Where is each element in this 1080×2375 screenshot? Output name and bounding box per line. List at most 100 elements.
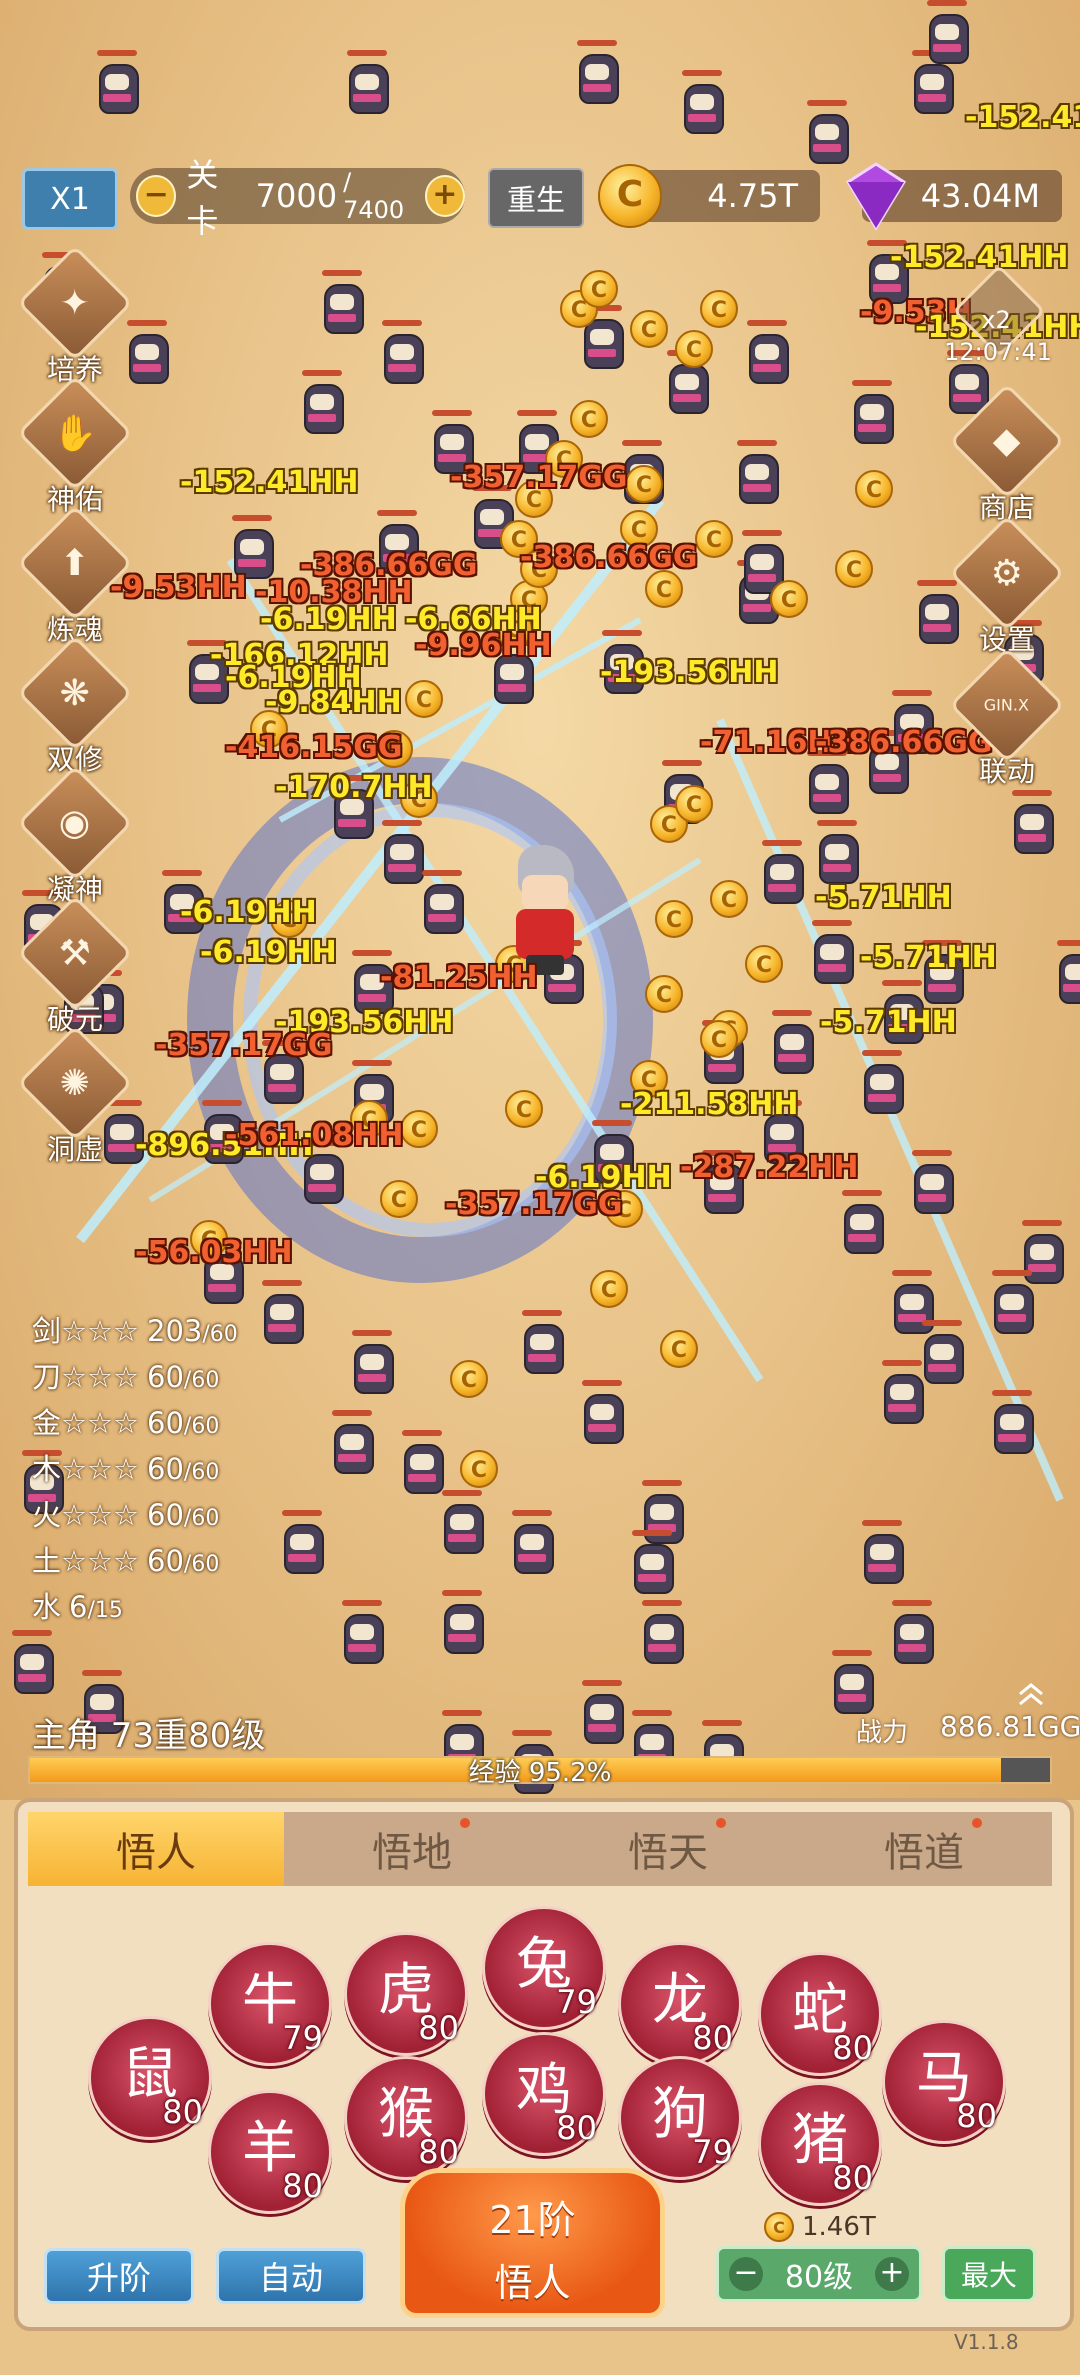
stage-label: 关卡 (186, 156, 219, 240)
zodiac-rooster-button[interactable]: 鸡 80 (482, 2032, 606, 2156)
menu-item-2[interactable]: ✋ 神佑 (17, 375, 133, 516)
tab-4[interactable]: 悟道 (796, 1812, 1052, 1886)
element-skill-list: 剑☆☆☆ 203/60 刀☆☆☆ 60/60 金☆☆☆ 60/60 木☆☆☆ 60/60 火☆☆… (32, 1310, 238, 1632)
enemy-minion (380, 320, 424, 384)
zodiac-rabbit-button[interactable]: 兔 79 (482, 1906, 606, 2030)
hero-level-title: 主角 73重80级 (32, 1716, 266, 1756)
double-speed-timer[interactable]: x2 12:07:41 (944, 264, 1056, 370)
zodiac-monkey-button[interactable]: 猴 80 (344, 2056, 468, 2180)
skill-max: /60 (183, 1506, 220, 1531)
zodiac-ox-button[interactable]: 牛 79 (208, 1942, 332, 2066)
notification-dot (716, 1818, 726, 1828)
skill-value: 60 (147, 1544, 184, 1578)
menu-item-5[interactable]: ◉ 凝神 (17, 765, 133, 906)
skill-name: 剑☆☆☆ (32, 1314, 139, 1348)
zodiac-level: 79 (282, 2019, 323, 2057)
enemy-minion (910, 50, 954, 114)
zodiac-horse-button[interactable]: 马 80 (882, 2020, 1006, 2144)
damage-number: -416.15GG (225, 730, 403, 765)
skill-value: 6 (69, 1590, 88, 1624)
upgrade-rank-button[interactable]: 升阶 (44, 2248, 194, 2304)
enemy-minion (840, 1190, 884, 1254)
dropped-coin-icon: C (695, 520, 733, 558)
skill-name: 水 (32, 1590, 62, 1624)
gold-coin-icon: C (598, 164, 662, 228)
enemy-minion (910, 1150, 954, 1214)
menu-item-7[interactable]: ✺ 洞虚 (17, 1025, 133, 1166)
tab-label: 悟天 (628, 1830, 708, 1876)
damage-number: -287.22HH (680, 1150, 859, 1185)
skill-value: 60 (147, 1406, 184, 1440)
rebirth-button[interactable]: 重生 (488, 168, 584, 228)
zodiac-dragon-button[interactable]: 龙 80 (618, 1942, 742, 2066)
max-level-button[interactable]: 最大 (942, 2246, 1036, 2302)
damage-number: -6.19HH (200, 935, 337, 970)
damage-number: -170.7HH (275, 770, 433, 805)
shop-button[interactable]: ◆ 商店 (949, 383, 1065, 524)
enemy-minion (440, 1590, 484, 1654)
dropped-coin-icon: C (625, 465, 663, 503)
tab-1[interactable]: 悟人 (28, 1812, 284, 1886)
enemy-minion (990, 1270, 1034, 1334)
zodiac-rat-button[interactable]: 鼠 80 (88, 2016, 212, 2140)
enlighten-main-button[interactable]: 21阶 悟人 (400, 2168, 665, 2318)
gem-icon (845, 162, 907, 231)
enemy-minion (880, 1360, 924, 1424)
tab-3[interactable]: 悟天 (540, 1812, 796, 1886)
zodiac-dog-button[interactable]: 狗 79 (618, 2056, 742, 2180)
zodiac-level: 80 (418, 2009, 459, 2047)
dropped-coin-icon: C (675, 330, 713, 368)
zodiac-pig-button[interactable]: 猪 80 (758, 2082, 882, 2206)
cultivate-icon: ✦ (17, 245, 133, 361)
zodiac-level: 79 (556, 1983, 597, 2021)
menu-item-6[interactable]: ⚒ 破元 (17, 895, 133, 1036)
enemy-minion (860, 1520, 904, 1584)
tab-2[interactable]: 悟地 (284, 1812, 540, 1886)
menu-item-4[interactable]: ❋ 双修 (17, 635, 133, 776)
skill-value: 60 (147, 1360, 184, 1394)
enemy-minion (850, 380, 894, 444)
link-button[interactable]: GIN.X 联动 (949, 647, 1065, 788)
damage-number: -386.66GG (520, 540, 698, 575)
skill-value: 203 (147, 1314, 203, 1348)
level-plus-button[interactable]: + (875, 2257, 909, 2291)
dropped-coin-icon: C (630, 310, 668, 348)
version-label: V1.1.8 (954, 2330, 1019, 2354)
zodiac-snake-button[interactable]: 蛇 80 (758, 1952, 882, 2076)
damage-number: -357.17GG (445, 1187, 623, 1222)
damage-number: -5.71HH (820, 1005, 957, 1040)
menu-item-1[interactable]: ✦ 培养 (17, 245, 133, 386)
settings-button[interactable]: ⚙ 设置 (949, 515, 1065, 656)
level-minus-button[interactable]: − (729, 2257, 763, 2291)
gear-icon: ⚙ (949, 515, 1065, 631)
enemy-minion (680, 70, 724, 134)
enemy-minion (580, 1680, 624, 1744)
zodiac-goat-button[interactable]: 羊 80 (208, 2090, 332, 2214)
tab-label: 悟地 (372, 1830, 452, 1876)
auto-button[interactable]: 自动 (216, 2248, 366, 2304)
damage-number: -6.19HH (180, 895, 317, 930)
panel-tabs: 悟人 悟地 悟天 悟道 (28, 1812, 1052, 1886)
dropped-coin-icon: C (655, 900, 693, 938)
enlighten-text: 悟人 (494, 2261, 571, 2305)
stage-next-button[interactable]: + (424, 175, 465, 217)
speed-badge: x2 (981, 306, 1011, 334)
skill-name: 刀☆☆☆ (32, 1360, 139, 1394)
damage-number: -5.71HH (815, 880, 952, 915)
speed-toggle-button[interactable]: X1 (22, 168, 118, 230)
enemy-minion (10, 1630, 54, 1694)
blessing-icon: ✋ (17, 375, 133, 491)
zodiac-tiger-button[interactable]: 虎 80 (344, 1932, 468, 2056)
stage-prev-button[interactable]: − (136, 175, 177, 217)
skill-row: 水 6/15 (32, 1586, 238, 1632)
stage-current: 7000 (255, 177, 338, 215)
enemy-minion (330, 1410, 374, 1474)
menu-item-3[interactable]: ⬆ 炼魂 (17, 505, 133, 646)
skill-name: 土☆☆☆ (32, 1544, 139, 1578)
level-stepper: − 80级 + (716, 2246, 922, 2302)
skill-value: 60 (147, 1498, 184, 1532)
chevron-up-icon[interactable] (1016, 1680, 1046, 1708)
zodiac-level: 80 (282, 2167, 323, 2205)
ginx-logo-icon: GIN.X (949, 647, 1065, 763)
timer-text: 12:07:41 (944, 338, 1052, 366)
